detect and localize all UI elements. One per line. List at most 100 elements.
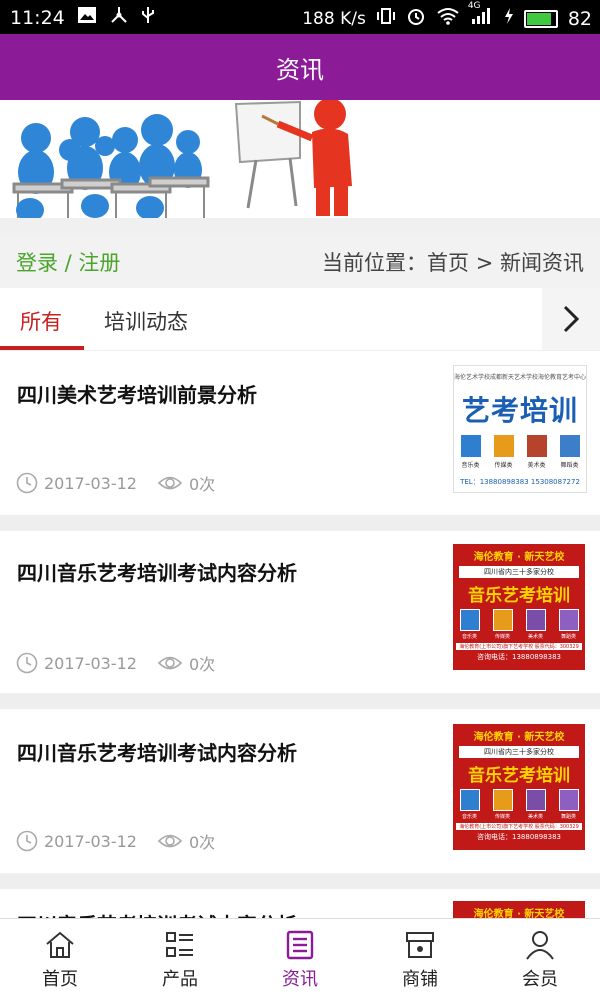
alarm-icon bbox=[406, 6, 426, 31]
clock: 11:24 bbox=[10, 6, 65, 29]
article-title[interactable]: 四川音乐艺考培训考试内容分析 bbox=[17, 557, 297, 586]
thumb-phone: 咨询电话：13880898383 bbox=[477, 653, 561, 661]
charging-bolt-icon bbox=[504, 7, 514, 30]
thumb-footer: 海伦教育(上市公司)旗下艺考学校 股票代码：300329 bbox=[456, 643, 582, 650]
banner-image bbox=[0, 100, 600, 236]
thumb-logos: 海伦艺术学校 成都新天艺术学校 海伦教育艺考中心 bbox=[454, 374, 587, 381]
tabbar-item-shops[interactable]: 商铺 bbox=[360, 919, 480, 1001]
divider bbox=[0, 873, 600, 889]
tabbar-item-home[interactable]: 首页 bbox=[0, 919, 120, 1001]
piano-icon bbox=[459, 789, 480, 811]
dancer-icon bbox=[559, 435, 580, 457]
active-tab-indicator bbox=[0, 346, 84, 350]
tabbar-item-member[interactable]: 会员 bbox=[480, 919, 600, 1001]
article-views: 0次 bbox=[188, 475, 216, 494]
article-date: 2017-03-12 bbox=[44, 473, 137, 493]
article-date: 2017-03-12 bbox=[44, 653, 137, 673]
list-item[interactable]: 四川音乐艺考培训考试内容分析 2017-03-12 0次 海伦教育 · 新天艺校… bbox=[0, 531, 600, 693]
dancer-icon bbox=[558, 789, 579, 811]
eye-icon bbox=[157, 476, 183, 490]
home-icon bbox=[46, 931, 74, 958]
thumb-categories: 音乐类 传媒类 美术类 舞蹈类 bbox=[461, 462, 579, 469]
thumb-headline: 艺考培训 bbox=[461, 394, 578, 427]
breadcrumb: 当前位置：首页 > 新闻资讯 bbox=[322, 251, 584, 275]
net-speed: 188 K/s bbox=[302, 8, 366, 29]
article-date: 2017-03-12 bbox=[44, 831, 137, 851]
article-views: 0次 bbox=[188, 833, 216, 852]
login-breadcrumb-bar: 登录 / 注册 当前位置：首页 > 新闻资讯 bbox=[0, 236, 600, 288]
article-meta: 2017-03-12 0次 bbox=[16, 471, 215, 495]
thumb-headline: 音乐艺考培训 bbox=[468, 586, 570, 606]
tab-all[interactable]: 所有 bbox=[20, 306, 62, 336]
article-title[interactable]: 四川音乐艺考培训考试内容分析 bbox=[17, 909, 297, 918]
thumb-contact: TEL：13880898383 15308087272 bbox=[460, 478, 580, 486]
divider bbox=[0, 693, 600, 709]
divider bbox=[0, 515, 600, 531]
usb-icon bbox=[141, 6, 155, 29]
article-title[interactable]: 四川美术艺考培训前景分析 bbox=[17, 379, 257, 408]
notification-image-icon bbox=[77, 6, 97, 29]
eye-icon bbox=[157, 656, 183, 670]
thumb-subline: 四川省内三十多家分校 bbox=[459, 566, 579, 578]
dancer-icon bbox=[558, 609, 579, 631]
shop-icon bbox=[406, 932, 434, 958]
bottom-tab-bar: 首页 产品 资讯 商铺 会员 bbox=[0, 918, 600, 1001]
category-tabs: 所有 培训动态 bbox=[0, 288, 600, 351]
chevron-right-icon bbox=[563, 305, 580, 333]
thumb-categories: 音乐类 传媒类 美术类 舞蹈类 bbox=[461, 814, 576, 820]
thumb-phone: 咨询电话：13880898383 bbox=[477, 833, 561, 841]
tabbar-label: 首页 bbox=[42, 969, 78, 990]
microphone-icon bbox=[492, 789, 513, 811]
article-thumbnail[interactable]: 海伦教育 · 新天艺校 四川省内三十多家分校 音乐艺考培训 音乐类 传媒类 美术… bbox=[453, 544, 585, 670]
thumb-footer: 海伦教育(上市公司)旗下艺考学校 股票代码：300329 bbox=[456, 823, 582, 830]
palette-icon bbox=[525, 789, 546, 811]
user-icon bbox=[526, 931, 554, 960]
page-header: 资讯 bbox=[0, 34, 600, 100]
vibrate-icon bbox=[376, 7, 396, 30]
palette-icon bbox=[526, 435, 547, 457]
palette-icon bbox=[525, 609, 546, 631]
page-title: 资讯 bbox=[276, 55, 324, 84]
list-item[interactable]: 四川音乐艺考培训考试内容分析 2017-03-12 0次 海伦教育 · 新天艺校… bbox=[0, 709, 600, 873]
thumb-categories: 音乐类 传媒类 美术类 舞蹈类 bbox=[461, 634, 576, 640]
classroom-illustration bbox=[0, 100, 600, 236]
tabbar-label: 资讯 bbox=[282, 969, 318, 990]
thumb-slogan: 海伦教育 · 新天艺校 bbox=[473, 552, 565, 563]
battery-percent: 82 bbox=[567, 7, 592, 30]
article-meta: 2017-03-12 0次 bbox=[16, 829, 215, 853]
microphone-icon bbox=[493, 435, 514, 457]
clock-icon bbox=[16, 652, 38, 674]
tabbar-item-news[interactable]: 资讯 bbox=[240, 919, 360, 1001]
article-views: 0次 bbox=[188, 655, 216, 674]
tabbar-item-products[interactable]: 产品 bbox=[120, 919, 240, 1001]
tabs-scroll-right-button[interactable] bbox=[542, 288, 600, 350]
thumb-headline: 音乐艺考培训 bbox=[468, 766, 570, 786]
tab-training-news[interactable]: 培训动态 bbox=[104, 306, 188, 336]
article-title[interactable]: 四川音乐艺考培训考试内容分析 bbox=[17, 737, 297, 766]
thumb-category-icons bbox=[453, 609, 585, 631]
thumb-slogan: 海伦教育 · 新天艺校 bbox=[473, 732, 565, 743]
usb-share-icon bbox=[109, 6, 129, 29]
list-item[interactable]: 四川美术艺考培训前景分析 2017-03-12 0次 海伦艺术学校 成都新天艺术… bbox=[0, 351, 600, 515]
article-meta: 2017-03-12 0次 bbox=[16, 651, 215, 675]
grid-list-icon bbox=[166, 932, 193, 957]
tabbar-label: 会员 bbox=[522, 969, 558, 990]
tabbar-label: 商铺 bbox=[402, 969, 438, 990]
thumb-subline: 四川省内三十多家分校 bbox=[459, 746, 579, 758]
wifi-icon bbox=[436, 7, 460, 30]
battery-icon bbox=[523, 9, 558, 28]
cell-signal-icon: 4G bbox=[468, 1, 494, 30]
news-icon bbox=[286, 930, 314, 960]
article-thumbnail[interactable]: 海伦艺术学校 成都新天艺术学校 海伦教育艺考中心 艺考培训 音乐类 传媒类 美术… bbox=[453, 365, 587, 493]
clock-icon bbox=[16, 830, 38, 852]
list-item[interactable]: 四川音乐艺考培训考试内容分析 海伦教育 · 新天艺校 bbox=[0, 889, 600, 918]
thumb-category-icons bbox=[453, 789, 585, 811]
thumb-slogan: 海伦教育 · 新天艺校 bbox=[473, 909, 565, 918]
article-thumbnail[interactable]: 海伦教育 · 新天艺校 bbox=[453, 901, 585, 918]
login-register-link[interactable]: 登录 / 注册 bbox=[16, 247, 120, 277]
microphone-icon bbox=[492, 609, 513, 631]
eye-icon bbox=[157, 834, 183, 848]
status-bar: 11:24 188 K/s 4G 82 bbox=[0, 0, 600, 34]
article-thumbnail[interactable]: 海伦教育 · 新天艺校 四川省内三十多家分校 音乐艺考培训 音乐类 传媒类 美术… bbox=[453, 724, 585, 850]
thumb-category-icons bbox=[454, 435, 586, 457]
